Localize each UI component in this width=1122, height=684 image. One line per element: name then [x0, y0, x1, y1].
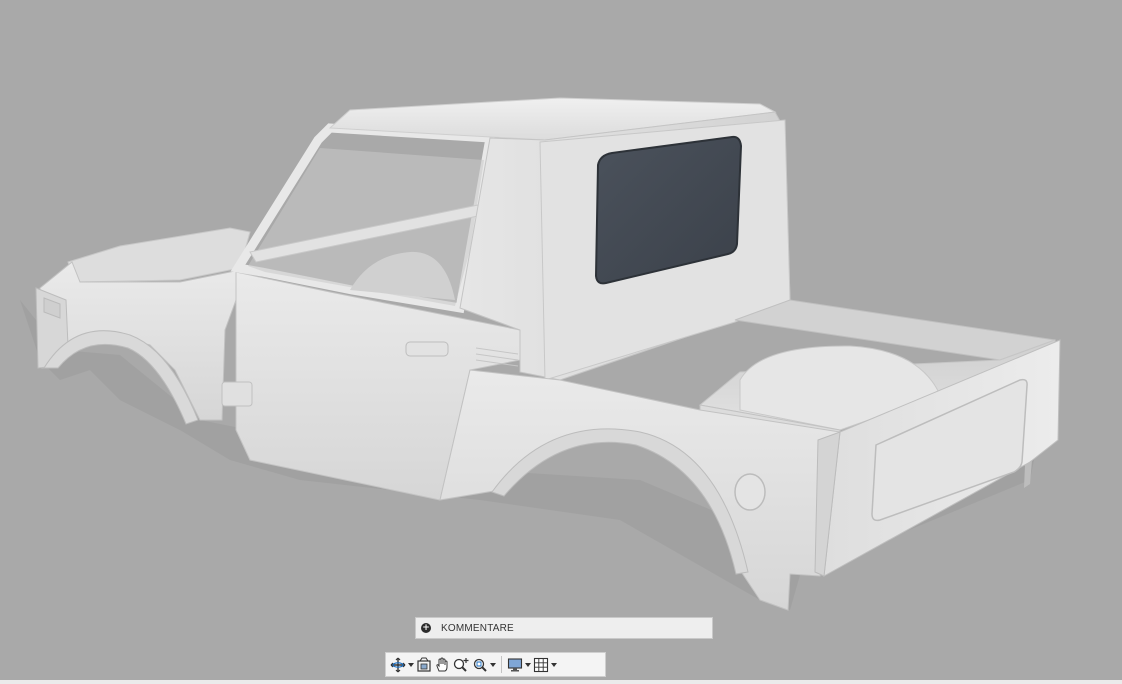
fuel-cap	[734, 473, 766, 511]
plus-circle-icon[interactable]: +	[421, 623, 431, 633]
mirror-mount	[221, 381, 253, 407]
chevron-down-icon	[525, 662, 531, 667]
orbit-tool[interactable]	[389, 654, 415, 675]
chevron-down-icon	[490, 662, 496, 667]
3d-viewport[interactable]	[0, 0, 1122, 684]
zoom-tool[interactable]	[451, 654, 471, 675]
display-settings-icon	[507, 657, 523, 671]
door-handle	[405, 341, 449, 357]
display-settings-tool[interactable]	[506, 654, 532, 675]
zoom-icon	[453, 657, 469, 672]
vehicle-model	[20, 97, 1061, 611]
chevron-down-icon	[408, 662, 414, 667]
grid-snap-icon	[533, 657, 549, 672]
bed-inner-front	[734, 299, 1056, 361]
navigation-toolbar	[385, 652, 606, 677]
look-at-icon	[417, 657, 431, 672]
bottom-strip	[0, 680, 1122, 684]
fit-zoom-icon	[473, 658, 487, 672]
comments-label: KOMMENTARE	[441, 622, 514, 634]
chevron-down-icon	[551, 662, 557, 667]
orbit-icon	[390, 657, 406, 672]
pan-tool[interactable]	[433, 654, 451, 675]
comments-panel[interactable]: + KOMMENTARE	[415, 617, 713, 639]
look-at-tool[interactable]	[415, 654, 433, 675]
toolbar-divider	[501, 656, 502, 673]
grid-snap-tool[interactable]	[532, 654, 558, 675]
pan-hand-icon	[436, 656, 448, 671]
fit-zoom-tool[interactable]	[471, 654, 497, 675]
